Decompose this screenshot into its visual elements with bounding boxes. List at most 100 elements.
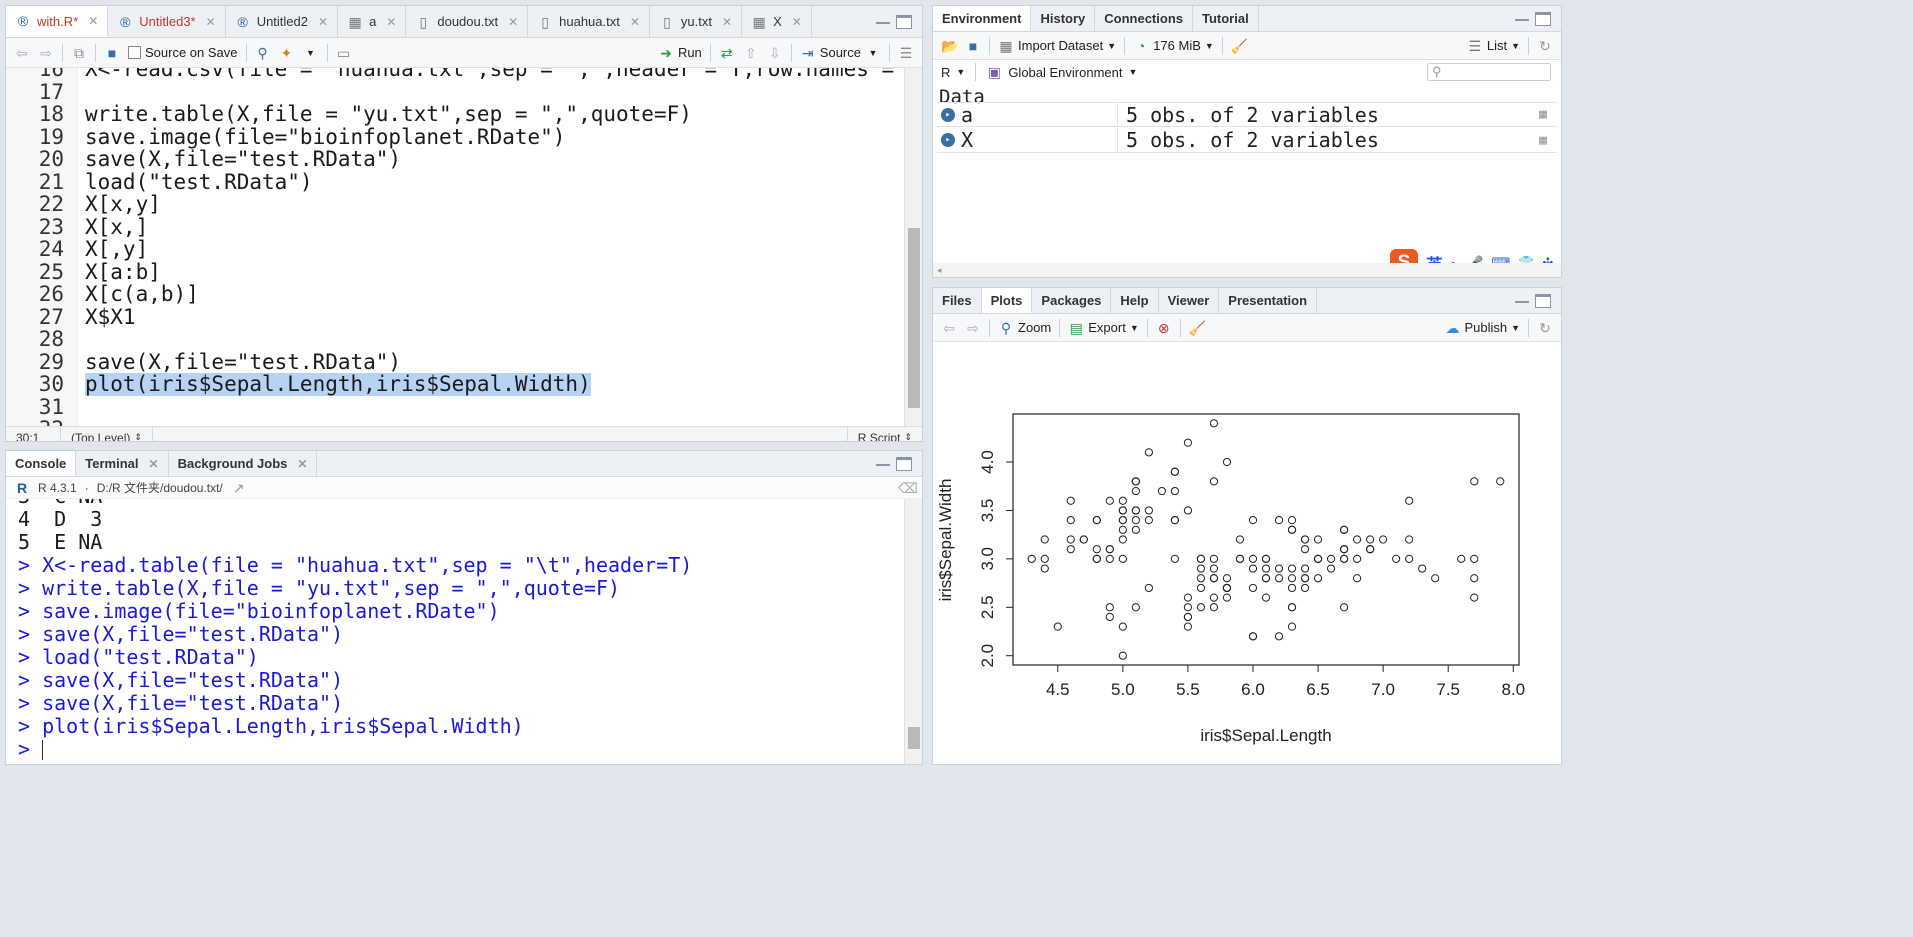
data-point (1157, 486, 1166, 496)
minimize-icon[interactable] (1515, 17, 1529, 21)
tab-label: doudou.txt (437, 14, 499, 29)
env-hscrollbar[interactable]: ◂ (933, 263, 1561, 277)
code-editor[interactable]: 16 X<-read.csv(file = "huahua.txt",sep = … (6, 68, 904, 441)
console-scrollbar[interactable] (904, 499, 922, 764)
tab-label: Presentation (1228, 293, 1308, 308)
export-button[interactable]: ▤ Export ▼ (1068, 320, 1139, 336)
tab-help[interactable]: Help (1111, 288, 1159, 313)
maximize-icon[interactable] (896, 14, 912, 29)
tab-huahua[interactable]: ▯ huahua.txt ✕ (528, 6, 650, 37)
close-icon[interactable]: ✕ (722, 15, 732, 29)
source-label: Source (819, 45, 861, 60)
environment-selector[interactable]: ▣ Global Environment ▼ (986, 64, 1138, 80)
open-folder-icon[interactable]: 📂 (941, 38, 958, 54)
rerun-icon[interactable]: ⇄ (719, 45, 735, 61)
editor-scrollbar[interactable] (904, 68, 922, 426)
close-icon[interactable]: ✕ (88, 14, 98, 28)
cursor-position: 30:1 (6, 427, 61, 441)
back-icon[interactable]: ⇦ (14, 45, 30, 61)
close-icon[interactable]: ✕ (318, 15, 328, 29)
publish-button[interactable]: ☁ Publish ▼ (1444, 320, 1520, 336)
scrollbar-thumb[interactable] (908, 228, 920, 408)
tab-files[interactable]: Files (933, 288, 982, 313)
tab-a[interactable]: ▦ a ✕ (338, 6, 407, 37)
maximize-icon[interactable] (1535, 11, 1551, 26)
close-icon[interactable]: ✕ (630, 15, 640, 29)
env-row[interactable]: ▸ X 5 obs. of 2 variables ▦ (937, 128, 1557, 153)
magic-wand-icon[interactable]: ✦ (279, 45, 295, 61)
maximize-icon[interactable] (1535, 293, 1551, 308)
broom-icon[interactable]: 🧹 (1189, 320, 1206, 336)
tab-history[interactable]: History (1031, 6, 1096, 31)
scrollbar-thumb[interactable] (908, 727, 920, 749)
minimize-icon[interactable] (876, 462, 890, 466)
tab-untitled3[interactable]: ® Untitled3* ✕ (108, 6, 226, 37)
minimize-icon[interactable] (1515, 299, 1529, 303)
expand-icon[interactable]: ▸ (941, 133, 955, 147)
tab-terminal[interactable]: Terminal ✕ (76, 451, 169, 476)
close-icon[interactable]: ✕ (508, 15, 518, 29)
divider (790, 43, 792, 62)
source-button[interactable]: ⇥ Source ▼ (800, 45, 881, 61)
line-number: 30 (38, 372, 64, 396)
back-icon[interactable]: ⇦ (941, 320, 957, 336)
view-table-icon[interactable]: ▦ (1539, 133, 1547, 148)
forward-icon[interactable]: ⇨ (38, 45, 54, 61)
broom-icon[interactable]: 🧹 (1231, 38, 1248, 54)
tab-viewer[interactable]: Viewer (1159, 288, 1220, 313)
run-button[interactable]: ➜ Run (658, 45, 702, 61)
language-selector[interactable]: R ▼ (941, 65, 965, 80)
import-dataset-button[interactable]: ▦ Import Dataset ▼ (998, 38, 1116, 54)
tab-doudou[interactable]: ▯ doudou.txt ✕ (406, 6, 529, 37)
search-icon[interactable]: ⚲ (255, 45, 271, 61)
close-icon[interactable]: ✕ (206, 15, 216, 29)
data-point (1131, 477, 1140, 486)
save-icon[interactable]: ■ (104, 45, 120, 61)
close-icon[interactable]: ✕ (297, 457, 307, 471)
goto-directory-icon[interactable]: ↗ (231, 480, 247, 496)
tab-console[interactable]: Console (6, 451, 77, 476)
env-row[interactable]: ▸ a 5 obs. of 2 variables ▦ (937, 102, 1557, 127)
view-mode-selector[interactable]: ☰ List ▼ (1467, 38, 1520, 54)
tab-presentation[interactable]: Presentation (1219, 288, 1318, 313)
tab-background-jobs[interactable]: Background Jobs ✕ (169, 451, 318, 476)
down-arrow-icon[interactable]: ⇩ (767, 45, 783, 61)
expand-icon[interactable]: ▸ (941, 107, 955, 122)
memory-usage-button[interactable]: ◔ 176 MiB ▼ (1133, 38, 1214, 54)
chevron-down-icon[interactable]: ▼ (303, 45, 319, 61)
zoom-button[interactable]: ⚲ Zoom (998, 320, 1051, 336)
scope-selector[interactable]: (Top Level) ⇕ (61, 427, 153, 441)
console-output[interactable]: 3 C NA4 D 35 E NA> X<-read.table(file = … (6, 499, 904, 764)
refresh-icon[interactable]: ↻ (1537, 38, 1553, 54)
close-icon[interactable]: ✕ (386, 15, 396, 29)
up-arrow-icon[interactable]: ⇧ (743, 45, 759, 61)
divider (1221, 36, 1223, 55)
outline-icon[interactable]: ☰ (898, 45, 914, 61)
close-icon[interactable]: ✕ (149, 457, 159, 471)
forward-icon[interactable]: ⇨ (965, 320, 981, 336)
env-search-input[interactable]: ⚲ (1427, 63, 1551, 81)
close-icon[interactable]: ✕ (792, 15, 802, 29)
maximize-icon[interactable] (896, 456, 912, 471)
source-on-save-checkbox[interactable]: Source on Save (128, 45, 238, 60)
remove-plot-icon[interactable]: ⊗ (1156, 320, 1172, 336)
tab-yu[interactable]: ▯ yu.txt ✕ (650, 6, 743, 37)
compile-report-icon[interactable]: ▭ (336, 45, 352, 61)
clear-console-icon[interactable]: ⌫ (898, 480, 918, 496)
tab-x[interactable]: ▦ X ✕ (742, 6, 812, 37)
tab-tutorial[interactable]: Tutorial (1193, 6, 1259, 31)
tab-packages[interactable]: Packages (1032, 288, 1112, 313)
refresh-icon[interactable]: ↻ (1537, 320, 1553, 336)
divider (1179, 318, 1181, 337)
show-in-window-icon[interactable]: ⧉ (71, 45, 87, 61)
view-table-icon[interactable]: ▦ (1539, 107, 1547, 122)
tab-environment[interactable]: Environment (933, 6, 1032, 31)
tab-untitled2[interactable]: ® Untitled2 ✕ (226, 6, 339, 37)
tab-label: Environment (942, 10, 1022, 26)
save-icon[interactable]: ■ (965, 38, 981, 54)
tab-connections[interactable]: Connections (1095, 6, 1193, 31)
tab-with-r[interactable]: ® with.R* ✕ (6, 6, 109, 37)
minimize-icon[interactable] (876, 20, 890, 24)
filetype-selector[interactable]: R Script ⇕ (846, 427, 922, 441)
tab-plots[interactable]: Plots (981, 288, 1033, 313)
